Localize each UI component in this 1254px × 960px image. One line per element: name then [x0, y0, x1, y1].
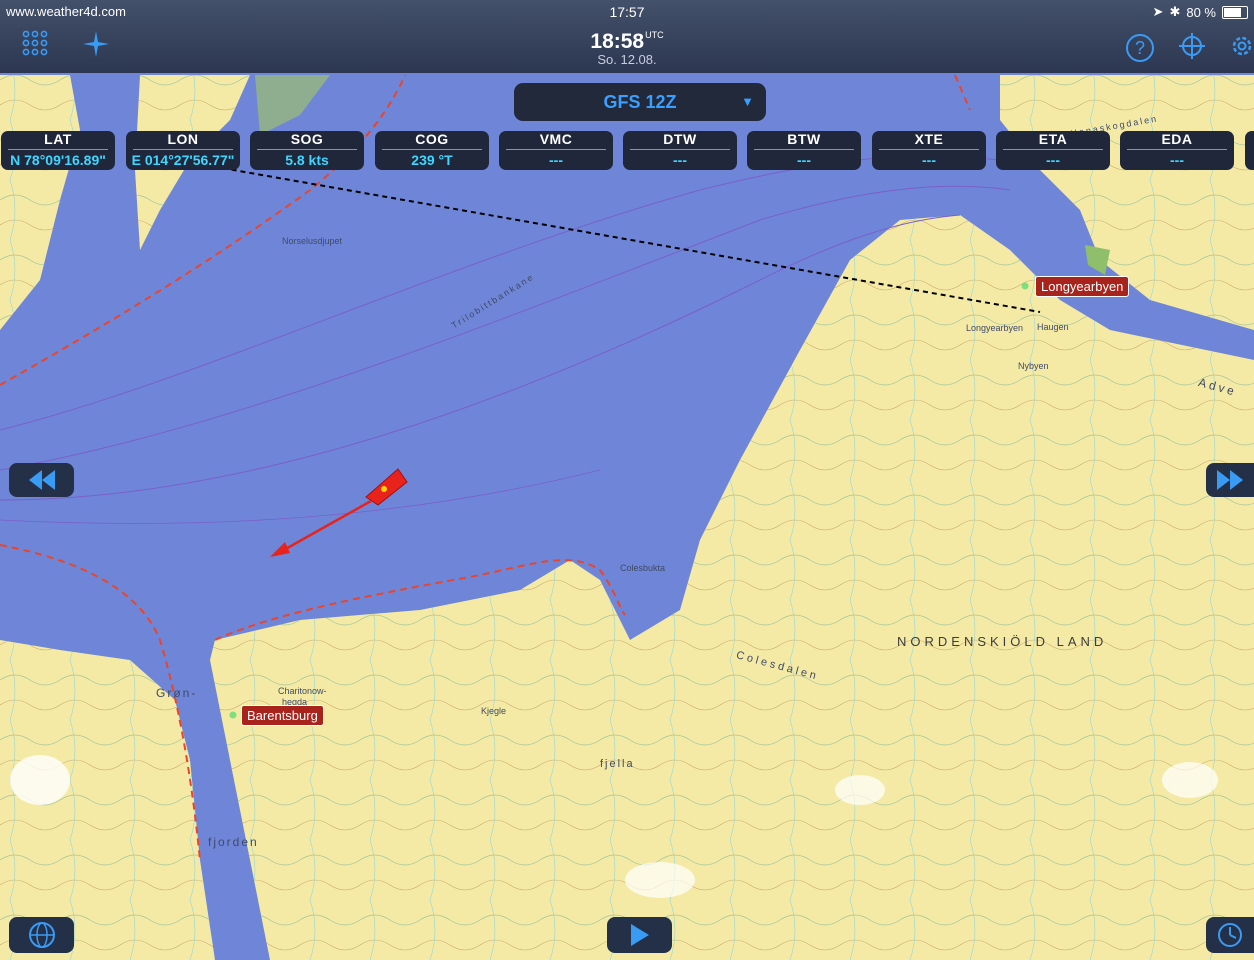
instrument-label: LAT: [44, 131, 72, 147]
globe-icon: [28, 922, 55, 948]
instrument-cog[interactable]: COG 239 °T: [375, 131, 489, 170]
clock-icon: [1218, 923, 1242, 947]
instrument-value: ---: [673, 152, 687, 168]
status-right: ➤ ✱ 80 %: [1153, 4, 1248, 20]
map-label-norselusdjupet: Norselusdjupet: [282, 236, 343, 246]
instrument-eta[interactable]: ETA ---: [996, 131, 1110, 170]
map-label-haugen: Haugen: [1037, 322, 1069, 332]
place-label-longyearbyen[interactable]: Longyearbyen: [1035, 276, 1130, 297]
map-label-colesbukta: Colesbukta: [620, 563, 666, 573]
location-arrow-icon: ➤: [1152, 4, 1164, 19]
instrument-label: SOG: [290, 131, 324, 147]
status-time: 17:57: [609, 4, 645, 20]
utc-clock: 18:58UTC: [0, 30, 1254, 54]
fast-forward-button[interactable]: [1206, 463, 1254, 497]
instrument-label: VMC: [539, 131, 573, 147]
battery-percent: 80 %: [1186, 4, 1216, 20]
instrument-lon[interactable]: LON E 014°27'56.77": [126, 131, 240, 170]
map-label-charitonow: Charitonow-: [278, 686, 327, 696]
instrument-vmc[interactable]: VMC ---: [499, 131, 613, 170]
map-label-longyearbyen-town: Longyearbyen: [966, 323, 1024, 333]
instrument-value: 5.8 kts: [285, 152, 329, 168]
map-label-nybyen: Nybyen: [1018, 361, 1049, 371]
fast-forward-icon: [1217, 470, 1243, 490]
help-icon[interactable]: ?: [1126, 34, 1154, 62]
clock-timezone: UTC: [645, 30, 664, 40]
instrument-value: N 78°09'16.89": [10, 152, 106, 168]
instrument-label: ETA: [1038, 131, 1068, 147]
instrument-label: DTW: [663, 131, 697, 147]
gear-icon[interactable]: [1228, 32, 1254, 68]
map-label-fjella: fjella: [600, 758, 635, 770]
rewind-icon: [28, 470, 55, 490]
weather-model-label: GFS 12Z: [603, 92, 677, 112]
instrument-sog[interactable]: SOG 5.8 kts: [250, 131, 364, 170]
crosshair-icon[interactable]: [1178, 32, 1206, 68]
instrument-next-partial[interactable]: [1245, 131, 1254, 170]
clock-time: 18:58: [590, 30, 645, 53]
dropdown-triangle-icon: ▼: [741, 94, 754, 109]
instrument-value: 239 °T: [411, 152, 453, 168]
bluetooth-icon: ✱: [1169, 4, 1181, 19]
instrument-label: BTW: [787, 131, 821, 147]
place-label-barentsburg[interactable]: Barentsburg: [241, 705, 324, 726]
instrument-value: ---: [1046, 152, 1060, 168]
map-label-kjegle: Kjegle: [481, 706, 507, 716]
play-icon: [630, 924, 649, 946]
instrument-label: LON: [167, 131, 199, 147]
map-region-label: NORDENSKIÖLD LAND: [897, 634, 1108, 649]
instrument-value: ---: [549, 152, 563, 168]
top-toolbar: www.weather4d.com 17:57 ➤ ✱ 80 % 18:58UT…: [0, 0, 1254, 73]
map-label-fjorden: fjorden: [208, 835, 259, 849]
instrument-value: E 014°27'56.77": [131, 152, 235, 168]
instrument-value: ---: [797, 152, 811, 168]
instrument-label: XTE: [914, 131, 944, 147]
instrument-xte[interactable]: XTE ---: [872, 131, 986, 170]
map-label-gron: Grøn-: [156, 686, 198, 700]
clock-date: So. 12.08.: [597, 52, 657, 67]
instrument-label: COG: [415, 131, 449, 147]
play-button[interactable]: [607, 917, 672, 953]
instrument-value: ---: [1170, 152, 1184, 168]
battery-icon: [1222, 5, 1248, 19]
instrument-eda[interactable]: EDA ---: [1120, 131, 1234, 170]
weather-model-selector[interactable]: GFS 12Z ▼: [514, 83, 766, 121]
rewind-button[interactable]: [9, 463, 74, 497]
instrument-dtw[interactable]: DTW ---: [623, 131, 737, 170]
clock-button[interactable]: [1206, 917, 1254, 953]
instrument-value: ---: [922, 152, 936, 168]
instrument-label: EDA: [1161, 131, 1193, 147]
instrument-btw[interactable]: BTW ---: [747, 131, 861, 170]
instrument-lat[interactable]: LAT N 78°09'16.89": [1, 131, 115, 170]
globe-button[interactable]: [9, 917, 74, 953]
